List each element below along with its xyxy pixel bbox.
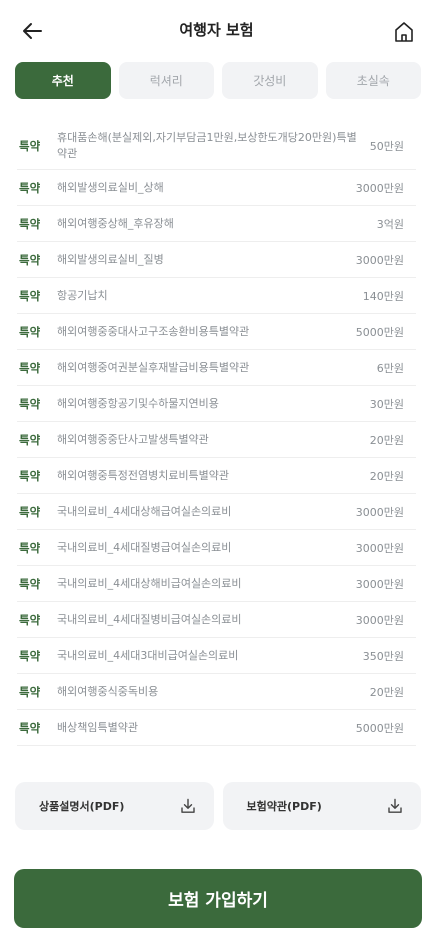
rider-tag: 특약 xyxy=(19,252,41,267)
coverage-name: 해외여행중상해_후유장해 xyxy=(57,216,174,230)
coverage-amount: 20만원 xyxy=(369,685,404,699)
policy-terms-download-button[interactable]: 보험약관(PDF) xyxy=(222,782,421,830)
app-header: 여행자 보험 xyxy=(0,0,433,60)
rider-tag: 특약 xyxy=(19,648,41,663)
list-item: 특약 국내의료비_4세대상해급여실손의료비 3000만원 xyxy=(17,494,416,530)
rider-tag: 특약 xyxy=(19,396,41,411)
coverage-amount: 350만원 xyxy=(362,649,404,663)
coverage-amount: 5000만원 xyxy=(355,721,404,735)
tab-luxury[interactable]: 럭셔리 xyxy=(118,62,214,99)
coverage-amount: 3000만원 xyxy=(355,577,404,591)
rider-tag: 특약 xyxy=(19,612,41,627)
home-button[interactable] xyxy=(386,16,422,48)
coverage-amount: 140만원 xyxy=(362,289,404,303)
coverage-name: 국내의료비_4세대질병급여실손의료비 xyxy=(57,540,232,554)
list-item: 특약 배상책임특별약관 5000만원 xyxy=(17,710,416,746)
coverage-list: 특약 휴대품손해(분실제외,자기부담금1만원,보상한도개당20만원)특별약관 5… xyxy=(17,122,416,746)
document-buttons: 상품설명서(PDF) 보험약관(PDF) xyxy=(15,782,421,830)
coverage-name: 해외여행중항공기및수하물지연비용 xyxy=(57,396,219,410)
list-item: 특약 해외여행중여권분실후재발급비용특별약관 6만원 xyxy=(17,350,416,386)
coverage-name: 해외여행중중단사고발생특별약관 xyxy=(57,432,209,446)
list-item: 특약 해외발생의료실비_질병 3000만원 xyxy=(17,242,416,278)
coverage-amount: 20만원 xyxy=(369,469,404,483)
coverage-name: 국내의료비_4세대상해비급여실손의료비 xyxy=(57,576,242,590)
coverage-amount: 3000만원 xyxy=(355,613,404,627)
coverage-amount: 6만원 xyxy=(376,361,404,375)
list-item: 특약 해외여행중항공기및수하물지연비용 30만원 xyxy=(17,386,416,422)
rider-tag: 특약 xyxy=(19,468,41,483)
policy-terms-label: 보험약관(PDF) xyxy=(246,800,322,813)
subscribe-button[interactable]: 보험 가입하기 xyxy=(14,869,422,928)
coverage-amount: 3000만원 xyxy=(355,505,404,519)
coverage-name: 해외여행중식중독비용 xyxy=(57,684,159,698)
list-item: 특약 국내의료비_4세대3대비급여실손의료비 350만원 xyxy=(17,638,416,674)
list-item: 특약 항공기납치 140만원 xyxy=(17,278,416,314)
rider-tag: 특약 xyxy=(19,432,41,447)
download-icon xyxy=(180,798,196,814)
list-item: 특약 해외여행중중단사고발생특별약관 20만원 xyxy=(17,422,416,458)
coverage-name: 해외여행중중대사고구조송환비용특별약관 xyxy=(57,324,250,338)
coverage-amount: 50만원 xyxy=(369,139,404,153)
coverage-amount: 20만원 xyxy=(369,433,404,447)
coverage-amount: 3000만원 xyxy=(355,253,404,267)
list-item: 특약 해외여행중식중독비용 20만원 xyxy=(17,674,416,710)
list-item: 특약 해외발생의료실비_상해 3000만원 xyxy=(17,170,416,206)
list-item: 특약 휴대품손해(분실제외,자기부담금1만원,보상한도개당20만원)특별약관 5… xyxy=(17,122,416,170)
home-icon xyxy=(395,22,413,42)
list-item: 특약 해외여행중중대사고구조송환비용특별약관 5000만원 xyxy=(17,314,416,350)
list-item: 특약 해외여행중상해_후유장해 3억원 xyxy=(17,206,416,242)
rider-tag: 특약 xyxy=(19,576,41,591)
rider-tag: 특약 xyxy=(19,720,41,735)
coverage-name: 해외발생의료실비_질병 xyxy=(57,252,164,266)
list-item: 특약 국내의료비_4세대질병급여실손의료비 3000만원 xyxy=(17,530,416,566)
coverage-name: 국내의료비_4세대3대비급여실손의료비 xyxy=(57,648,239,662)
rider-tag: 특약 xyxy=(19,684,41,699)
list-item: 특약 해외여행중특정전염병치료비특별약관 20만원 xyxy=(17,458,416,494)
product-manual-label: 상품설명서(PDF) xyxy=(39,800,125,813)
coverage-name: 해외여행중여권분실후재발급비용특별약관 xyxy=(57,360,250,374)
rider-tag: 특약 xyxy=(19,504,41,519)
rider-tag: 특약 xyxy=(19,216,41,231)
coverage-name: 국내의료비_4세대질병비급여실손의료비 xyxy=(57,612,242,626)
tab-value[interactable]: 갓성비 xyxy=(222,62,318,99)
coverage-name: 해외발생의료실비_상해 xyxy=(57,180,164,194)
coverage-name: 항공기납치 xyxy=(57,288,108,302)
tab-recommended[interactable]: 추천 xyxy=(15,62,111,99)
product-manual-download-button[interactable]: 상품설명서(PDF) xyxy=(15,782,214,830)
list-item: 특약 국내의료비_4세대상해비급여실손의료비 3000만원 xyxy=(17,566,416,602)
coverage-name: 해외여행중특정전염병치료비특별약관 xyxy=(57,468,230,482)
rider-tag: 특약 xyxy=(19,180,41,195)
page-title: 여행자 보험 xyxy=(179,21,254,39)
rider-tag: 특약 xyxy=(19,324,41,339)
coverage-name: 배상책임특별약관 xyxy=(57,720,138,734)
coverage-name: 휴대품손해(분실제외,자기부담금1만원,보상한도개당20만원)특별약관 xyxy=(57,130,357,160)
coverage-amount: 3000만원 xyxy=(355,181,404,195)
tab-budget[interactable]: 초실속 xyxy=(325,62,421,99)
rider-tag: 특약 xyxy=(19,138,41,153)
coverage-amount: 3000만원 xyxy=(355,541,404,555)
rider-tag: 특약 xyxy=(19,540,41,555)
rider-tag: 특약 xyxy=(19,360,41,375)
download-icon xyxy=(387,798,403,814)
coverage-amount: 3억원 xyxy=(376,217,404,231)
plan-tabs: 추천 럭셔리 갓성비 초실속 xyxy=(15,62,421,99)
list-item: 특약 국내의료비_4세대질병비급여실손의료비 3000만원 xyxy=(17,602,416,638)
coverage-amount: 5000만원 xyxy=(355,325,404,339)
rider-tag: 특약 xyxy=(19,288,41,303)
coverage-amount: 30만원 xyxy=(369,397,404,411)
coverage-name: 국내의료비_4세대상해급여실손의료비 xyxy=(57,504,232,518)
